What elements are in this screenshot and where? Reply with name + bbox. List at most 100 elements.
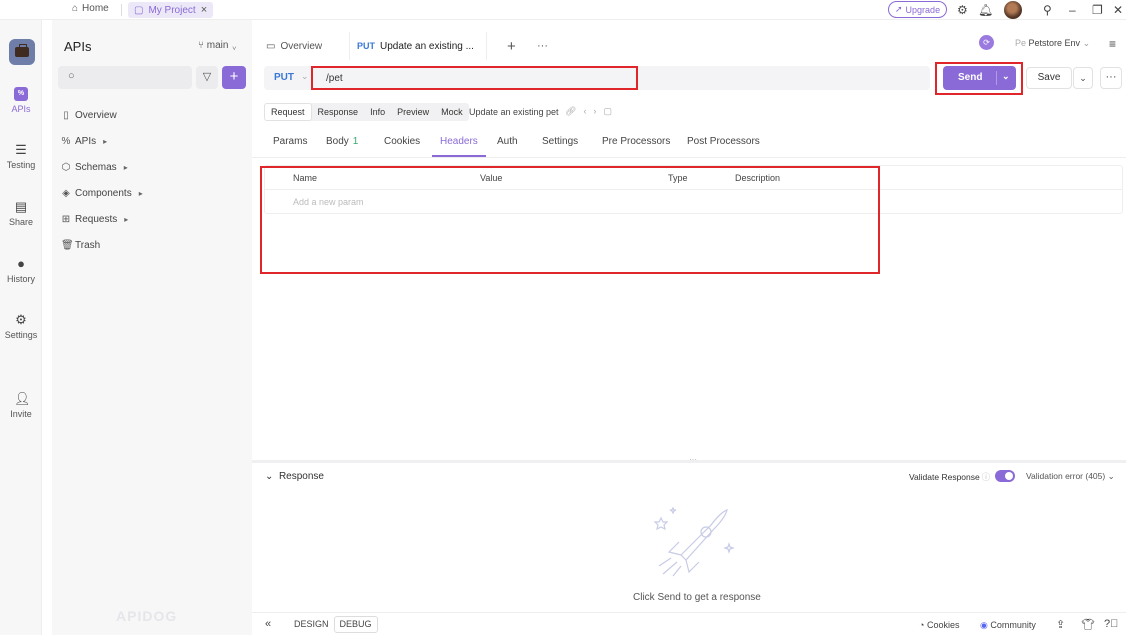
close-tab-icon[interactable]: ×: [201, 4, 207, 16]
chevron-down-icon[interactable]: ⌄: [1002, 71, 1010, 82]
shirt-icon[interactable]: 👕︎: [1081, 618, 1095, 631]
tab-update-existing-pet[interactable]: PUT Update an existing ...: [349, 32, 487, 60]
column-header-description: Description: [735, 173, 781, 183]
overview-icon: ▯: [63, 109, 69, 121]
home-tab[interactable]: ⌂ Home: [72, 3, 109, 14]
save-options-button[interactable]: ⌄: [1073, 67, 1093, 89]
project-tab[interactable]: ▢ My Project ×: [128, 2, 214, 18]
avatar[interactable]: [1004, 1, 1022, 19]
segment-info[interactable]: Info: [364, 103, 391, 121]
tab-auth[interactable]: Auth: [497, 136, 518, 147]
sidebar-item-overview[interactable]: ▯ Overview: [61, 102, 143, 128]
mode-switch: DESIGN DEBUG: [289, 616, 378, 633]
briefcase-icon: [15, 44, 29, 57]
mode-design[interactable]: DESIGN: [289, 616, 334, 633]
drag-handle-icon[interactable]: ···: [689, 455, 697, 464]
expand-caret-icon[interactable]: ▸: [124, 215, 128, 224]
sidebar-item-requests[interactable]: ⊞ Requests ▸: [61, 206, 143, 232]
tab-settings[interactable]: Settings: [542, 136, 578, 147]
env-sync-icon[interactable]: ⟳: [979, 35, 994, 50]
tab-active-label: Update an existing ...: [380, 40, 474, 52]
gear-icon[interactable]: ⚙: [957, 3, 968, 17]
collapse-sidebar-icon[interactable]: «: [265, 618, 271, 630]
column-header-value: Value: [480, 173, 503, 183]
share-icon: ▤: [14, 199, 28, 214]
tab-body[interactable]: Body 1: [326, 136, 358, 147]
segment-request[interactable]: Request: [264, 103, 312, 121]
tab-post-processors[interactable]: Post Processors: [687, 136, 760, 147]
response-section-header[interactable]: ⌄ Response: [265, 471, 324, 482]
send-button[interactable]: Send ⌄: [943, 66, 1016, 90]
rocket-illustration-icon: [653, 506, 735, 577]
chevron-down-icon: ⌄: [1082, 38, 1091, 48]
segment-preview[interactable]: Preview: [391, 103, 435, 121]
project-tab-label: My Project: [148, 4, 196, 16]
add-param-input[interactable]: Add a new param: [293, 197, 364, 207]
sidebar-search-input[interactable]: ○: [58, 66, 192, 89]
env-prefix: Pe: [1015, 38, 1027, 48]
tab-body-label: Body: [326, 136, 349, 147]
bell-icon[interactable]: 🔔︎: [978, 3, 993, 17]
tab-params[interactable]: Params: [273, 136, 307, 147]
mode-debug[interactable]: DEBUG: [333, 616, 378, 633]
subtabs-divider: [252, 157, 1126, 158]
sidebar-item-schemas[interactable]: ⬡ Schemas ▸: [61, 154, 143, 180]
sidebar-item-apis[interactable]: % APIs ▸: [61, 128, 143, 154]
environment-label: Petstore Env: [1028, 38, 1081, 48]
sidebar-item-components[interactable]: ◈ Components ▸: [61, 180, 143, 206]
add-button[interactable]: +: [222, 66, 246, 89]
community-link[interactable]: ◉ Community: [980, 620, 1036, 631]
link-icon[interactable]: 🔗︎: [565, 106, 583, 116]
sidebar-item-trash[interactable]: 🗑︎ Trash: [61, 232, 143, 258]
headers-table: Name Value Type Description Add a new pa…: [264, 165, 1123, 214]
table-header: Name Value Type Description: [265, 166, 1122, 190]
expand-caret-icon[interactable]: ▸: [139, 189, 143, 198]
project-logo[interactable]: [9, 39, 35, 65]
url-input[interactable]: [314, 66, 924, 90]
rail-item-share[interactable]: ▤ Share: [0, 199, 42, 228]
expand-caret-icon[interactable]: ▸: [103, 137, 107, 146]
expand-caret-icon[interactable]: ▸: [124, 163, 128, 172]
info-icon[interactable]: ⓘ: [982, 472, 991, 482]
segment-response[interactable]: Response: [312, 103, 365, 121]
save-button[interactable]: Save: [1026, 67, 1072, 89]
tab-cookies[interactable]: Cookies: [384, 136, 420, 147]
upgrade-button[interactable]: ➚ Upgrade: [888, 1, 948, 18]
validation-status[interactable]: Validation error (405) ⌄: [1026, 471, 1115, 482]
branch-selector[interactable]: ⑂ main ⌄: [198, 40, 237, 51]
method-selector[interactable]: PUT: [274, 72, 294, 83]
environment-selector[interactable]: Pe Petstore Env ⌄: [1015, 38, 1090, 49]
new-tab-button[interactable]: +: [507, 32, 516, 60]
code-icon[interactable]: ‹›: [583, 106, 603, 116]
rail-item-testing[interactable]: ☰ Testing: [0, 143, 42, 171]
doc-icon[interactable]: ▢: [603, 106, 619, 116]
rail-label: Invite: [10, 409, 32, 419]
rail-label: Testing: [6, 160, 36, 170]
tab-overview[interactable]: ▭ Overview: [266, 32, 322, 60]
close-window-icon[interactable]: ✕: [1113, 3, 1123, 17]
help-icon[interactable]: ?⃝: [1104, 618, 1118, 630]
validate-response-toggle[interactable]: [995, 470, 1015, 482]
rail-item-invite[interactable]: 👤︎ Invite: [0, 392, 42, 420]
upload-icon[interactable]: ⇪: [1056, 618, 1065, 631]
validate-response-text: Validate Response: [909, 472, 980, 482]
filter-button[interactable]: ▽: [196, 66, 218, 89]
tab-pre-processors[interactable]: Pre Processors: [602, 136, 670, 147]
rail-label: History: [6, 274, 35, 284]
rail-item-settings[interactable]: ⚙ Settings: [0, 312, 42, 341]
segment-mock[interactable]: Mock: [435, 103, 469, 121]
validate-response-label: Validate Response ⓘ: [909, 471, 990, 483]
minimize-icon[interactable]: –: [1069, 3, 1076, 17]
tabs-more-button[interactable]: ···: [537, 32, 548, 60]
chevron-down-icon[interactable]: ⌄: [301, 71, 309, 82]
more-options-button[interactable]: ···: [1100, 67, 1122, 89]
tab-headers[interactable]: Headers: [440, 136, 478, 147]
settings-icon: ⚙: [15, 312, 27, 327]
rail-item-apis[interactable]: % APIs: [0, 87, 42, 114]
rail-item-history[interactable]: ● History: [0, 257, 42, 285]
pin-icon[interactable]: ⚲: [1043, 3, 1052, 17]
sidebar-item-label: Trash: [75, 239, 101, 251]
cookies-link[interactable]: ◔ Cookies: [919, 620, 959, 630]
menu-icon[interactable]: ≡: [1109, 37, 1116, 51]
restore-icon[interactable]: ❐: [1092, 3, 1103, 17]
